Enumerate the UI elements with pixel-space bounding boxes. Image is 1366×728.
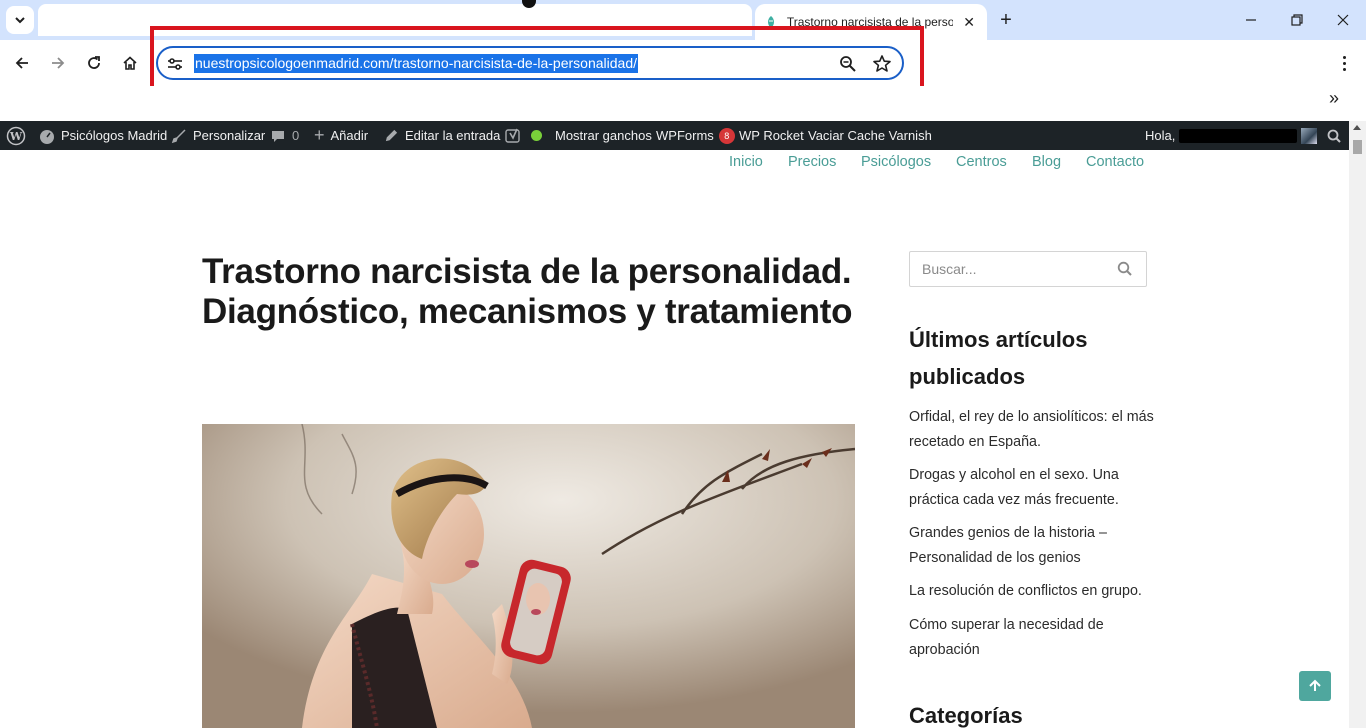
- tab-search-icon: [15, 17, 25, 24]
- my-account-link[interactable]: Hola,: [1145, 121, 1318, 150]
- close-window-icon[interactable]: [1320, 0, 1366, 40]
- more-icon[interactable]: [1330, 49, 1358, 77]
- recent-post-link[interactable]: Grandes genios de la historia – Personal…: [909, 521, 1154, 570]
- arrow-up-icon: [1309, 679, 1321, 691]
- varnish-label: Vaciar Cache Varnish: [808, 128, 932, 143]
- comments-link[interactable]: 0: [270, 121, 299, 150]
- show-hooks-link[interactable]: Mostrar ganchos: [555, 121, 652, 150]
- nav-item-inicio[interactable]: Inicio: [729, 154, 763, 170]
- search-icon[interactable]: [1116, 260, 1134, 278]
- dashboard-icon: [39, 128, 55, 144]
- site-name-link[interactable]: Psicólogos Madrid: [39, 121, 167, 150]
- plus-icon[interactable]: +: [994, 8, 1018, 32]
- wp-rocket-label: WP Rocket: [739, 128, 804, 143]
- bookmarks-bar: [0, 86, 1366, 120]
- show-hooks-label: Mostrar ganchos: [555, 128, 652, 143]
- site-name: Psicólogos Madrid: [61, 128, 168, 143]
- sidebar-search: [909, 251, 1147, 287]
- recent-post-link[interactable]: Cómo superar la necesidad de aprobación: [909, 613, 1154, 662]
- edit-post-label: Editar la entrada: [405, 128, 501, 143]
- search-icon[interactable]: [1327, 121, 1341, 150]
- nav-item-contacto[interactable]: Contacto: [1086, 154, 1144, 170]
- site-navigation: Inicio Precios Psicólogos Centros Blog C…: [0, 150, 1349, 176]
- tab-search-button[interactable]: [6, 6, 34, 34]
- nav-item-blog[interactable]: Blog: [1032, 154, 1061, 170]
- recent-post-link[interactable]: Drogas y alcohol en el sexo. Una práctic…: [909, 463, 1154, 512]
- recent-post-link[interactable]: La resolución de conflictos en grupo.: [909, 579, 1154, 604]
- nav-item-psicologos[interactable]: Psicólogos: [861, 154, 931, 170]
- varnish-link[interactable]: Vaciar Cache Varnish: [808, 121, 932, 150]
- yoast-icon[interactable]: [505, 121, 521, 150]
- nav-item-centros[interactable]: Centros: [956, 154, 1007, 170]
- scroll-to-top-button[interactable]: [1299, 671, 1331, 701]
- customize-label: Personalizar: [193, 128, 266, 143]
- minimize-icon[interactable]: [1228, 0, 1274, 40]
- wpforms-link[interactable]: WPForms 8: [656, 121, 735, 150]
- chevrons-icon[interactable]: »: [1324, 88, 1344, 108]
- comments-count: 0: [292, 128, 300, 143]
- seo-status-dot: [531, 121, 542, 150]
- article-title: Trastorno narcisista de la personalidad.…: [202, 252, 853, 331]
- home-icon[interactable]: [114, 47, 146, 79]
- page-scrollbar[interactable]: [1349, 121, 1366, 728]
- wp-admin-bar: W Psicólogos Madrid Personalizar 0 + Aña…: [0, 121, 1366, 150]
- featured-image: [202, 424, 855, 728]
- add-new-label: Añadir: [330, 128, 369, 143]
- scroll-up-arrow-icon[interactable]: [1353, 125, 1361, 130]
- redacted-username: [1179, 128, 1298, 143]
- edit-post-link[interactable]: Editar la entrada: [384, 121, 500, 150]
- scroll-thumb[interactable]: [1353, 140, 1362, 154]
- categories-title: Categorías: [909, 703, 1023, 728]
- wp-rocket-link[interactable]: WP Rocket: [739, 121, 804, 150]
- wpforms-badge: 8: [718, 127, 735, 144]
- recent-post-link[interactable]: Orfidal, el rey de lo ansiolíticos: el m…: [909, 405, 1154, 454]
- recent-posts-title-line2: publicados: [909, 364, 1026, 389]
- search-input[interactable]: [911, 253, 1111, 285]
- svg-text:W: W: [9, 130, 23, 143]
- nav-item-precios[interactable]: Precios: [788, 154, 836, 170]
- brush-icon: [171, 128, 187, 144]
- reload-icon[interactable]: [78, 47, 110, 79]
- avatar: [1301, 127, 1318, 144]
- greeting-label: Hola,: [1145, 128, 1176, 143]
- close-icon[interactable]: ✕: [959, 12, 979, 32]
- comment-icon: [270, 128, 286, 144]
- wpforms-label: WPForms: [656, 128, 714, 143]
- add-new-link[interactable]: + Añadir: [314, 121, 368, 150]
- plus-icon: +: [314, 125, 325, 145]
- back-icon[interactable]: [6, 47, 38, 79]
- wordpress-logo-icon[interactable]: W: [6, 121, 26, 150]
- customize-link[interactable]: Personalizar: [171, 121, 265, 150]
- pencil-icon: [384, 128, 399, 143]
- restore-icon[interactable]: [1274, 0, 1320, 40]
- recent-posts-title-line1: Últimos artículos: [909, 327, 1088, 352]
- forward-icon[interactable]: [42, 47, 74, 79]
